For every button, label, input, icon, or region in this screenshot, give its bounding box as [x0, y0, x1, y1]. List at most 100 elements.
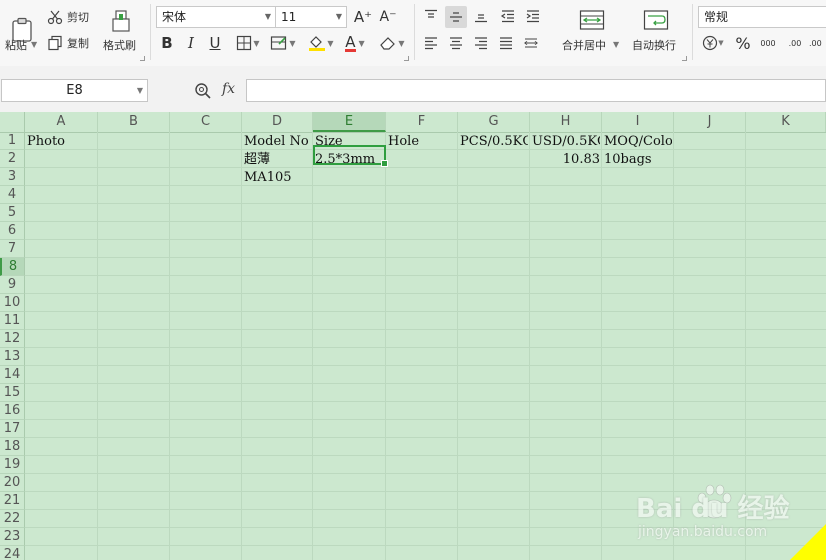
row-header-7[interactable]: 7 [0, 240, 25, 258]
row-header-2[interactable]: 2 [0, 150, 25, 168]
cell-d1[interactable]: Model No [244, 133, 311, 151]
align-top-button[interactable] [421, 6, 441, 26]
column-header-k[interactable]: K [746, 112, 826, 132]
number-format-select[interactable]: 常规 [698, 6, 826, 28]
cell-g1[interactable]: PCS/0.5KG [460, 133, 528, 151]
italic-button[interactable]: I [182, 33, 200, 53]
row-header-11[interactable]: 11 [0, 312, 25, 330]
fill-handle[interactable] [381, 160, 388, 167]
align-bottom-button[interactable] [471, 6, 491, 26]
row-header-4[interactable]: 4 [0, 186, 25, 204]
row-header-20[interactable]: 20 [0, 474, 25, 492]
column-header-d[interactable]: D [242, 112, 313, 132]
font-color-button[interactable]: A ▼ [340, 33, 370, 53]
column-header-j[interactable]: J [674, 112, 746, 132]
row-header-22[interactable]: 22 [0, 510, 25, 528]
clipboard-group-launcher[interactable] [140, 56, 145, 61]
justify-button[interactable] [496, 33, 516, 53]
column-header-h[interactable]: H [530, 112, 602, 132]
format-painter-button[interactable] [106, 6, 136, 36]
grid-column-line [457, 132, 458, 560]
column-header-c[interactable]: C [170, 112, 242, 132]
column-header-a[interactable]: A [25, 112, 98, 132]
insert-function-button[interactable]: fx [222, 81, 235, 97]
column-header-b[interactable]: B [98, 112, 170, 132]
row-header-13[interactable]: 13 [0, 348, 25, 366]
outdent-icon [500, 10, 514, 23]
align-center-button[interactable] [446, 33, 466, 53]
shrink-font-button[interactable]: A⁻ [377, 6, 399, 28]
grid-row-line [25, 293, 826, 294]
align-left-button[interactable] [421, 33, 441, 53]
row-header-8[interactable]: 8 [0, 258, 25, 276]
underline-button[interactable]: U [206, 33, 224, 53]
bold-button[interactable]: B [158, 33, 176, 53]
cell-i2[interactable]: 10bags [604, 151, 672, 169]
borders-button[interactable]: ▼ [234, 33, 262, 53]
cut-button[interactable]: 剪切 [47, 8, 97, 26]
fill-color-button[interactable]: ▼ [305, 33, 337, 53]
font-name-select[interactable]: 宋体 ▼ [156, 6, 276, 28]
active-cell-selection[interactable] [313, 145, 388, 167]
watermark-url: jingyan.baidu.com [638, 524, 768, 540]
column-header-g[interactable]: G [458, 112, 530, 132]
zoom-function-icon[interactable] [194, 82, 212, 100]
cell-h2[interactable]: 10.83 [532, 151, 600, 169]
row-header-3[interactable]: 3 [0, 168, 25, 186]
currency-button[interactable]: ▼ [700, 33, 726, 53]
merge-dropdown-icon[interactable]: ▼ [613, 40, 619, 49]
column-header-e[interactable]: E [313, 112, 386, 132]
row-header-17[interactable]: 17 [0, 420, 25, 438]
alignment-group-launcher[interactable] [682, 56, 687, 61]
column-header-f[interactable]: F [386, 112, 458, 132]
row-header-14[interactable]: 14 [0, 366, 25, 384]
cell-f1[interactable]: Hole [388, 133, 456, 151]
column-header-i[interactable]: I [602, 112, 674, 132]
distributed-align-button[interactable] [521, 33, 541, 53]
merge-center-button[interactable] [574, 6, 610, 34]
clear-format-button[interactable]: ▼ [377, 33, 407, 53]
row-header-21[interactable]: 21 [0, 492, 25, 510]
grow-font-button[interactable]: A⁺ [352, 6, 374, 28]
percent-button[interactable]: % [733, 33, 753, 53]
row-header-16[interactable]: 16 [0, 402, 25, 420]
cell-i1[interactable]: MOQ/Color [604, 133, 672, 151]
cell-h1[interactable]: USD/0.5KG [532, 133, 600, 151]
align-right-button[interactable] [471, 33, 491, 53]
row-header-12[interactable]: 12 [0, 330, 25, 348]
grid-row-line [25, 167, 826, 168]
grid-row-line [25, 221, 826, 222]
font-size-select[interactable]: 11 ▼ [275, 6, 347, 28]
row-header-23[interactable]: 23 [0, 528, 25, 546]
row-header-5[interactable]: 5 [0, 204, 25, 222]
grid-row-line [25, 545, 826, 546]
row-header-9[interactable]: 9 [0, 276, 25, 294]
paste-dropdown-icon[interactable]: ▼ [31, 40, 37, 49]
select-all-corner[interactable] [0, 112, 25, 132]
grid-column-line [601, 132, 602, 560]
row-header-19[interactable]: 19 [0, 456, 25, 474]
row-header-6[interactable]: 6 [0, 222, 25, 240]
cell-a1[interactable]: Photo [27, 133, 96, 151]
decrease-indent-button[interactable] [498, 6, 518, 26]
row-header-1[interactable]: 1 [0, 132, 25, 150]
formula-input[interactable] [246, 79, 826, 102]
shrink-font-icon: A⁻ [379, 9, 397, 25]
thousands-button[interactable]: 000 [757, 33, 779, 53]
cell-d2[interactable]: 超薄 [244, 151, 311, 169]
row-header-10[interactable]: 10 [0, 294, 25, 312]
align-middle-button[interactable] [445, 6, 467, 28]
decrease-decimal-button[interactable]: .00 [809, 33, 826, 53]
row-header-18[interactable]: 18 [0, 438, 25, 456]
font-group-launcher[interactable] [404, 56, 409, 61]
row-header-24[interactable]: 24 [0, 546, 25, 560]
name-box[interactable]: E8 ▼ [1, 79, 148, 102]
increase-indent-button[interactable] [523, 6, 543, 26]
cell-d3[interactable]: MA105 [244, 169, 311, 187]
wrap-text-button[interactable] [640, 6, 672, 34]
copy-button[interactable]: 复制 [47, 34, 97, 52]
cell-style-button[interactable]: ▼ [269, 33, 297, 53]
increase-decimal-button[interactable]: .00 [784, 33, 806, 53]
row-header-15[interactable]: 15 [0, 384, 25, 402]
underline-icon: U [209, 34, 221, 52]
